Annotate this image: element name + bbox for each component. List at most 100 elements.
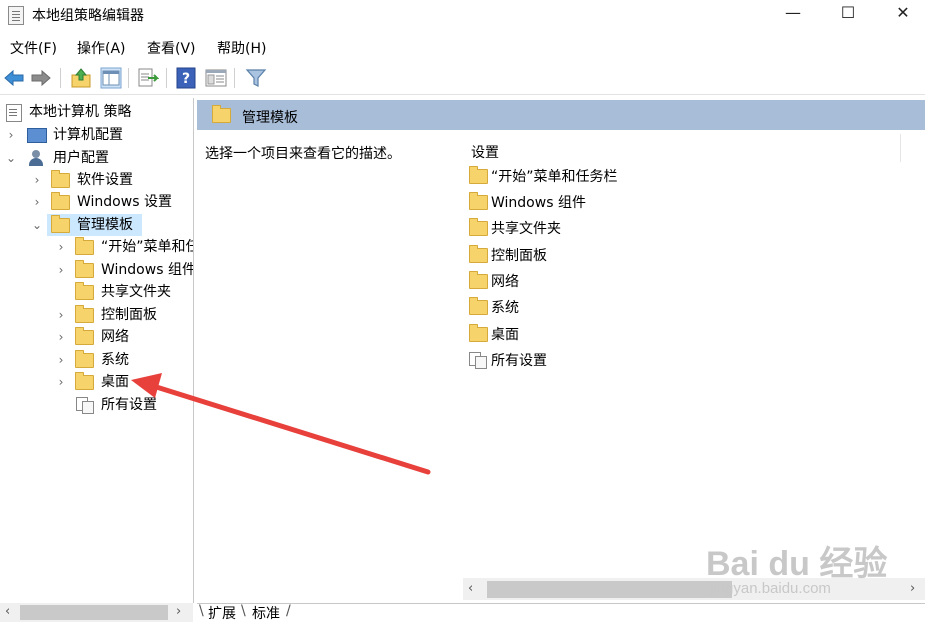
toolbar-separator xyxy=(234,68,235,88)
tree-item-desktop[interactable]: › 桌面 xyxy=(0,371,193,393)
filter-icon[interactable] xyxy=(245,67,267,89)
tree-item-network[interactable]: › 网络 xyxy=(0,326,193,348)
tree-item-computer-config[interactable]: › 计算机配置 xyxy=(0,124,190,146)
scroll-right-arrow-icon[interactable]: › xyxy=(910,581,915,596)
folder-icon xyxy=(469,192,488,210)
toolbar: ? xyxy=(0,62,925,95)
properties-icon[interactable] xyxy=(205,67,227,89)
svg-text:?: ? xyxy=(182,71,190,87)
computer-icon xyxy=(27,128,47,143)
tree-item-label: Windows 设置 xyxy=(77,194,172,210)
baidu-watermark-url: jingyan.baidu.com xyxy=(710,580,831,597)
chevron-right-icon[interactable]: › xyxy=(55,259,67,281)
tab-divider-icon: \ xyxy=(241,603,246,619)
folder-icon xyxy=(75,327,94,345)
tree-item-label: 所有设置 xyxy=(101,397,157,413)
tree-item-label: 软件设置 xyxy=(77,172,133,188)
folder-icon xyxy=(75,372,94,390)
tree-item-label: 用户配置 xyxy=(53,150,109,166)
close-button[interactable]: ✕ xyxy=(880,0,925,28)
tab-extended[interactable]: 扩展 xyxy=(208,603,236,623)
tab-standard[interactable]: 标准 xyxy=(252,603,280,623)
back-icon[interactable] xyxy=(3,67,25,89)
tree-item-user-config[interactable]: ⌄ 用户配置 xyxy=(0,147,190,169)
folder-icon xyxy=(51,192,70,210)
forward-icon[interactable] xyxy=(30,67,52,89)
maximize-button[interactable]: ☐ xyxy=(825,0,871,28)
tree-item-admin-templates[interactable]: ⌄ 管理模板 xyxy=(0,214,190,236)
menu-help[interactable]: 帮助(H) xyxy=(217,38,266,58)
tree-item-label: Windows 组件 xyxy=(101,262,194,278)
folder-icon xyxy=(212,105,231,123)
tree-item-start-menu[interactable]: › “开始”菜单和任 xyxy=(0,236,193,258)
list-item-label: 系统 xyxy=(491,300,519,316)
folder-icon xyxy=(75,260,94,278)
chevron-down-icon[interactable]: ⌄ xyxy=(5,147,17,169)
tree-item-control-panel[interactable]: › 控制面板 xyxy=(0,304,193,326)
view-tabs xyxy=(197,603,925,623)
folder-icon xyxy=(469,166,488,184)
scrollbar-thumb[interactable] xyxy=(20,605,168,620)
minimize-button[interactable]: — xyxy=(770,0,816,28)
show-hide-tree-icon[interactable] xyxy=(100,67,122,89)
tree-item-shared-folders[interactable]: 共享文件夹 xyxy=(0,281,193,303)
list-item-label: 桌面 xyxy=(491,327,519,343)
chevron-right-icon[interactable]: › xyxy=(55,236,67,258)
tree-item-label: 管理模板 xyxy=(77,217,133,233)
toolbar-separator xyxy=(60,68,61,88)
tree-item-software-settings[interactable]: › 软件设置 xyxy=(0,169,190,191)
folder-icon xyxy=(469,218,488,236)
menu-action[interactable]: 操作(A) xyxy=(77,38,126,58)
scrollbar-thumb[interactable] xyxy=(487,581,732,598)
folder-open-icon xyxy=(51,215,70,233)
chevron-right-icon[interactable]: › xyxy=(31,191,43,213)
list-item-label: Windows 组件 xyxy=(491,195,586,211)
folder-icon xyxy=(75,237,94,255)
help-icon[interactable]: ? xyxy=(175,67,197,89)
chevron-right-icon[interactable]: › xyxy=(5,124,17,146)
chevron-down-icon[interactable]: ⌄ xyxy=(31,214,43,236)
tree-item-label: 共享文件夹 xyxy=(101,284,171,300)
window-title: 本地组策略编辑器 xyxy=(32,8,144,24)
scroll-left-arrow-icon[interactable]: ‹ xyxy=(468,581,473,596)
tree-item-windows-settings[interactable]: › Windows 设置 xyxy=(0,191,190,213)
folder-icon xyxy=(75,305,94,323)
tree-item-label: 本地计算机 策略 xyxy=(29,104,132,120)
tree-item-label: 控制面板 xyxy=(101,307,157,323)
list-item-label: 控制面板 xyxy=(491,248,547,264)
chevron-right-icon[interactable]: › xyxy=(55,349,67,371)
tree-item-system[interactable]: › 系统 xyxy=(0,349,193,371)
up-folder-icon[interactable] xyxy=(70,67,92,89)
chevron-right-icon[interactable]: › xyxy=(55,371,67,393)
folder-icon xyxy=(469,297,488,315)
policy-icon xyxy=(6,104,22,122)
tab-divider-icon: / xyxy=(286,603,291,619)
folder-icon xyxy=(75,350,94,368)
folder-icon xyxy=(75,282,94,300)
chevron-right-icon[interactable]: › xyxy=(55,304,67,326)
console-tree: 本地计算机 策略 › 计算机配置 ⌄ 用户配置 › 软件设置 › Windows… xyxy=(0,98,194,603)
description-text: 选择一个项目来查看它的描述。 xyxy=(205,146,401,162)
tree-item-label: 桌面 xyxy=(101,374,129,390)
column-header[interactable] xyxy=(463,134,903,165)
scroll-right-arrow-icon[interactable]: › xyxy=(176,604,181,619)
tree-item-root[interactable]: 本地计算机 策略 xyxy=(0,101,190,123)
toolbar-separator xyxy=(128,68,129,88)
scroll-left-arrow-icon[interactable]: ‹ xyxy=(5,604,10,619)
tree-item-windows-components[interactable]: › Windows 组件 xyxy=(0,259,193,281)
tree-item-all-settings[interactable]: 所有设置 xyxy=(0,394,193,416)
column-header-setting[interactable]: 设置 xyxy=(471,142,499,162)
menu-file[interactable]: 文件(F) xyxy=(10,38,57,58)
list-item-label: 网络 xyxy=(491,274,519,290)
column-separator[interactable] xyxy=(900,134,901,162)
details-header-bar xyxy=(197,100,925,130)
all-settings-icon xyxy=(469,352,487,369)
menu-view[interactable]: 查看(V) xyxy=(147,38,196,58)
folder-icon xyxy=(51,170,70,188)
folder-icon xyxy=(469,271,488,289)
tree-item-label: 计算机配置 xyxy=(53,127,123,143)
chevron-right-icon[interactable]: › xyxy=(55,326,67,348)
list-item-label: 所有设置 xyxy=(491,353,547,369)
export-list-icon[interactable] xyxy=(137,67,159,89)
chevron-right-icon[interactable]: › xyxy=(31,169,43,191)
